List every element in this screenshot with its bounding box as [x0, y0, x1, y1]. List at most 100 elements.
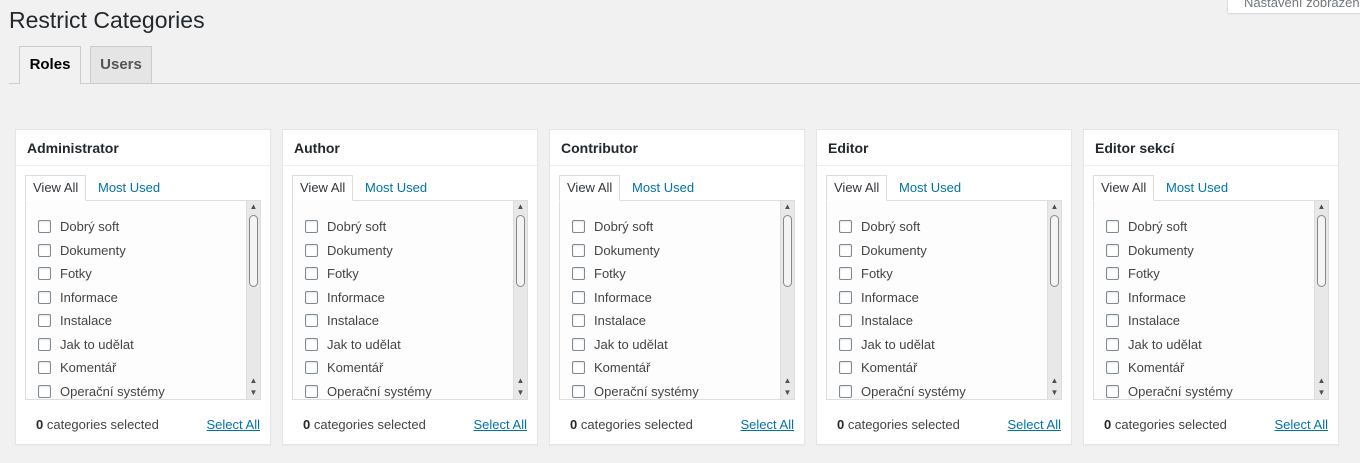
category-checkbox[interactable] [839, 314, 852, 328]
category-checkbox[interactable] [572, 290, 585, 304]
category-checkbox[interactable] [572, 220, 585, 234]
category-checkbox[interactable] [1106, 267, 1119, 281]
category-label[interactable]: Dobrý soft [327, 219, 386, 234]
category-label[interactable]: Operační systémy [327, 384, 432, 399]
category-checkbox[interactable] [839, 384, 852, 398]
category-label[interactable]: Dobrý soft [594, 219, 653, 234]
scroll-up-arrow-icon[interactable]: ▲ [514, 375, 527, 387]
select-all-link[interactable]: Select All [741, 417, 794, 432]
category-label[interactable]: Komentář [1128, 360, 1184, 375]
scroll-up-arrow-icon[interactable]: ▲ [247, 201, 260, 213]
scrollbar[interactable]: ▲ ▲ ▼ [780, 201, 794, 399]
category-checkbox[interactable] [305, 243, 318, 257]
category-checkbox[interactable] [572, 267, 585, 281]
category-label[interactable]: Fotky [861, 266, 893, 281]
category-label[interactable]: Operační systémy [861, 384, 966, 399]
scroll-down-arrow-icon[interactable]: ▼ [1048, 387, 1061, 399]
scrollbar-thumb[interactable] [516, 215, 525, 287]
category-label[interactable]: Jak to udělat [327, 337, 401, 352]
category-checkbox[interactable] [572, 361, 585, 375]
category-checkbox[interactable] [38, 290, 51, 304]
category-checkbox[interactable] [305, 220, 318, 234]
category-label[interactable]: Instalace [1128, 313, 1180, 328]
select-all-link[interactable]: Select All [207, 417, 260, 432]
category-label[interactable]: Instalace [861, 313, 913, 328]
tab-most-used[interactable]: Most Used [357, 175, 435, 201]
tab-view-all[interactable]: View All [292, 175, 354, 201]
tab-most-used[interactable]: Most Used [891, 175, 969, 201]
category-checkbox[interactable] [305, 384, 318, 398]
category-label[interactable]: Instalace [594, 313, 646, 328]
scroll-down-arrow-icon[interactable]: ▼ [247, 387, 260, 399]
category-checkbox[interactable] [839, 220, 852, 234]
category-label[interactable]: Fotky [594, 266, 626, 281]
category-label[interactable]: Operační systémy [1128, 384, 1233, 399]
category-label[interactable]: Operační systémy [60, 384, 165, 399]
category-label[interactable]: Informace [1128, 290, 1186, 305]
category-checkbox[interactable] [1106, 384, 1119, 398]
category-checkbox[interactable] [572, 243, 585, 257]
tab-most-used[interactable]: Most Used [624, 175, 702, 201]
category-label[interactable]: Dokumenty [1128, 243, 1194, 258]
category-checkbox[interactable] [305, 314, 318, 328]
category-label[interactable]: Komentář [861, 360, 917, 375]
category-label[interactable]: Instalace [327, 313, 379, 328]
category-label[interactable]: Informace [327, 290, 385, 305]
category-label[interactable]: Operační systémy [594, 384, 699, 399]
category-label[interactable]: Fotky [327, 266, 359, 281]
category-checkbox[interactable] [1106, 290, 1119, 304]
scrollbar-thumb[interactable] [249, 215, 258, 287]
tab-view-all[interactable]: View All [559, 175, 621, 201]
category-label[interactable]: Instalace [60, 313, 112, 328]
tab-view-all[interactable]: View All [826, 175, 888, 201]
category-checkbox[interactable] [839, 290, 852, 304]
category-checkbox[interactable] [839, 267, 852, 281]
category-checkbox[interactable] [1106, 314, 1119, 328]
scroll-up-arrow-icon[interactable]: ▲ [1315, 375, 1328, 387]
category-checkbox[interactable] [1106, 337, 1119, 351]
scrollbar[interactable]: ▲ ▲ ▼ [246, 201, 260, 399]
scroll-down-arrow-icon[interactable]: ▼ [1315, 387, 1328, 399]
category-label[interactable]: Dokumenty [861, 243, 927, 258]
category-checkbox[interactable] [1106, 220, 1119, 234]
tab-most-used[interactable]: Most Used [90, 175, 168, 201]
category-checkbox[interactable] [839, 361, 852, 375]
category-checkbox[interactable] [38, 361, 51, 375]
category-label[interactable]: Fotky [1128, 266, 1160, 281]
category-checkbox[interactable] [1106, 361, 1119, 375]
category-checkbox[interactable] [38, 220, 51, 234]
scroll-up-arrow-icon[interactable]: ▲ [781, 201, 794, 213]
category-checkbox[interactable] [572, 314, 585, 328]
category-label[interactable]: Jak to udělat [594, 337, 668, 352]
category-label[interactable]: Jak to udělat [60, 337, 134, 352]
scroll-up-arrow-icon[interactable]: ▲ [1048, 375, 1061, 387]
category-checkbox[interactable] [305, 337, 318, 351]
scrollbar-thumb[interactable] [783, 215, 792, 287]
tab-view-all[interactable]: View All [25, 175, 87, 201]
category-checkbox[interactable] [572, 337, 585, 351]
category-checkbox[interactable] [38, 243, 51, 257]
category-label[interactable]: Dokumenty [594, 243, 660, 258]
scroll-up-arrow-icon[interactable]: ▲ [514, 201, 527, 213]
tab-view-all[interactable]: View All [1093, 175, 1155, 201]
screen-options-button[interactable]: Nastavení zobrazení [1227, 0, 1360, 14]
scroll-up-arrow-icon[interactable]: ▲ [247, 375, 260, 387]
category-checkbox[interactable] [38, 384, 51, 398]
category-label[interactable]: Dobrý soft [1128, 219, 1187, 234]
category-label[interactable]: Komentář [60, 360, 116, 375]
category-checkbox[interactable] [839, 243, 852, 257]
scrollbar[interactable]: ▲ ▲ ▼ [1047, 201, 1061, 399]
select-all-link[interactable]: Select All [1275, 417, 1328, 432]
category-label[interactable]: Informace [594, 290, 652, 305]
category-label[interactable]: Fotky [60, 266, 92, 281]
tab-roles[interactable]: Roles [19, 46, 81, 84]
scrollbar-thumb[interactable] [1317, 215, 1326, 287]
category-checkbox[interactable] [305, 361, 318, 375]
category-label[interactable]: Dobrý soft [60, 219, 119, 234]
category-checkbox[interactable] [305, 290, 318, 304]
category-checkbox[interactable] [38, 337, 51, 351]
tab-users[interactable]: Users [90, 46, 152, 83]
category-label[interactable]: Jak to udělat [1128, 337, 1202, 352]
tab-most-used[interactable]: Most Used [1158, 175, 1236, 201]
category-checkbox[interactable] [38, 267, 51, 281]
